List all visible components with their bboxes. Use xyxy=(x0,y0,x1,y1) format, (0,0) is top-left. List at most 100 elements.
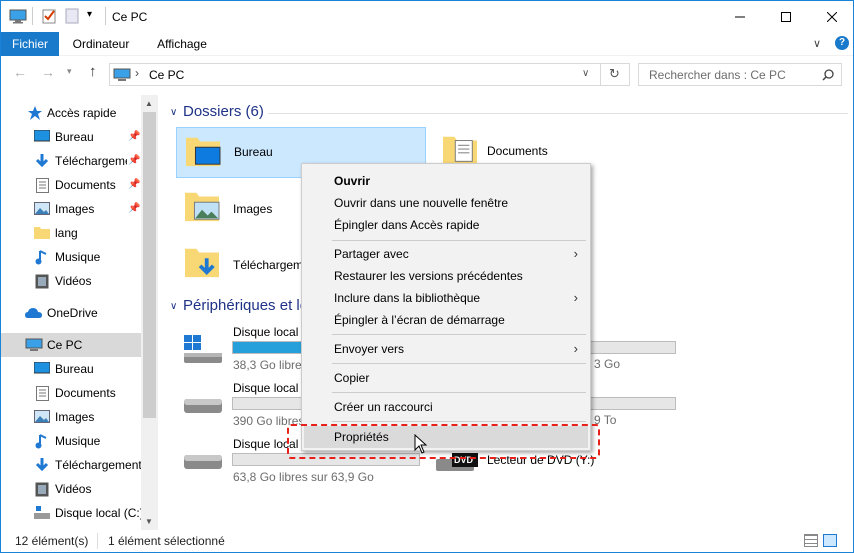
pin-icon[interactable]: 📌 xyxy=(128,125,140,149)
sidebar-item-quick-access[interactable]: Accès rapide xyxy=(1,101,141,125)
collapse-chevron-icon[interactable]: ∨ xyxy=(170,301,177,312)
expand-ribbon-icon[interactable]: ∨ xyxy=(813,37,821,50)
sidebar-item-videos[interactable]: Vidéos xyxy=(1,269,141,293)
address-bar[interactable]: › Ce PC ∨ ↻ xyxy=(109,63,630,86)
back-arrow-icon[interactable]: ← xyxy=(13,64,27,80)
maximize-icon xyxy=(781,11,791,22)
drive-free-space-right: 3 Go xyxy=(594,357,621,371)
tab-affichage[interactable]: Affichage xyxy=(147,32,217,56)
chevron-right-icon: › xyxy=(573,290,578,305)
details-view-icon[interactable] xyxy=(804,534,818,547)
new-folder-quick-icon[interactable] xyxy=(65,8,79,24)
menu-item-include-library[interactable]: Inclure dans la bibliothèque › xyxy=(304,287,588,309)
folder-icon xyxy=(34,227,50,239)
search-placeholder: Rechercher dans : Ce PC xyxy=(649,68,786,82)
pin-icon[interactable]: 📌 xyxy=(128,149,140,173)
sidebar-item-pc-bureau[interactable]: Bureau xyxy=(1,357,141,381)
large-icons-view-icon[interactable] xyxy=(823,534,837,547)
drive-icon xyxy=(184,399,222,413)
folder-label: Bureau xyxy=(234,145,273,159)
menu-item-copy[interactable]: Copier xyxy=(304,367,588,389)
navigation-pane: Accès rapide Bureau 📌 Téléchargements 📌 … xyxy=(1,95,158,530)
pin-icon[interactable]: 📌 xyxy=(128,173,140,197)
downloads-folder-icon xyxy=(185,248,219,278)
customize-toolbar-icon[interactable]: ▾ xyxy=(87,9,92,20)
sidebar-item-disque-c[interactable]: Disque local (C:) xyxy=(1,501,141,525)
menu-item-send-to[interactable]: Envoyer vers › xyxy=(304,338,588,360)
drive-label: Disque local xyxy=(233,381,299,395)
menu-item-label: Copier xyxy=(334,371,370,385)
menu-separator xyxy=(332,240,586,241)
item-count: 12 élément(s) xyxy=(15,534,89,548)
recent-locations-icon[interactable]: ▾ xyxy=(67,66,72,77)
sidebar-item-label: Images xyxy=(55,410,95,424)
sidebar-item-bureau[interactable]: Bureau 📌 xyxy=(1,125,141,149)
pin-icon[interactable]: 📌 xyxy=(128,197,140,221)
desktop-folder-icon xyxy=(186,137,221,167)
up-arrow-icon[interactable]: ↑ xyxy=(89,63,97,80)
folder-label: Images xyxy=(233,202,273,216)
search-box[interactable]: Rechercher dans : Ce PC xyxy=(638,63,842,86)
search-icon[interactable] xyxy=(822,69,834,81)
breadcrumb[interactable]: Ce PC xyxy=(149,68,184,82)
refresh-icon[interactable]: ↻ xyxy=(609,66,620,82)
menu-item-create-shortcut[interactable]: Créer un raccourci xyxy=(304,396,588,418)
close-button[interactable] xyxy=(809,1,853,32)
menu-item-restore-versions[interactable]: Restaurer les versions précédentes xyxy=(304,265,588,287)
sidebar-item-pc-musique[interactable]: Musique xyxy=(1,429,141,453)
sidebar-item-documents[interactable]: Documents 📌 xyxy=(1,173,141,197)
menu-separator xyxy=(332,363,586,364)
help-icon[interactable]: ? xyxy=(835,36,849,50)
scroll-down-icon[interactable]: ▼ xyxy=(145,517,153,526)
image-icon xyxy=(34,202,50,215)
menu-item-share-with[interactable]: Partager avec › xyxy=(304,243,588,265)
sidebar-item-lang[interactable]: lang xyxy=(1,221,141,245)
window-title: Ce PC xyxy=(112,10,148,24)
menu-item-pin-start[interactable]: Épingler à l’écran de démarrage xyxy=(304,309,588,331)
minimize-button[interactable] xyxy=(717,1,763,32)
tab-ordinateur[interactable]: Ordinateur xyxy=(63,32,139,56)
menu-item-label: Ouvrir xyxy=(334,174,371,188)
sidebar-item-onedrive[interactable]: OneDrive xyxy=(1,301,141,325)
forward-arrow-icon[interactable]: → xyxy=(41,64,55,80)
documents-folder-icon xyxy=(443,136,477,166)
sidebar-item-pc-videos[interactable]: Vidéos xyxy=(1,477,141,501)
chevron-right-icon: › xyxy=(573,341,578,356)
address-dropdown-icon[interactable]: ∨ xyxy=(582,68,589,79)
group-header-folders[interactable]: Dossiers (6) xyxy=(183,103,264,120)
sidebar-item-pc-images[interactable]: Images xyxy=(1,405,141,429)
sidebar-item-pc-documents[interactable]: Documents xyxy=(1,381,141,405)
properties-quick-icon[interactable] xyxy=(41,8,57,24)
sidebar-item-pc-telechargements[interactable]: Téléchargements xyxy=(1,453,141,477)
menu-item-open[interactable]: Ouvrir xyxy=(304,170,588,192)
menu-item-label: Épingler dans Accès rapide xyxy=(334,218,480,232)
sidebar-item-telechargements[interactable]: Téléchargements 📌 xyxy=(1,149,141,173)
breadcrumb-chevron-icon[interactable]: › xyxy=(135,66,139,80)
sidebar-item-label: Téléchargements xyxy=(55,154,127,168)
sidebar-item-ce-pc[interactable]: Ce PC xyxy=(1,333,141,357)
ribbon: Fichier Ordinateur Affichage ∨ ? xyxy=(1,32,853,56)
menu-item-pin-quick-access[interactable]: Épingler dans Accès rapide xyxy=(304,214,588,236)
address-divider xyxy=(600,64,601,85)
computer-icon xyxy=(9,9,27,24)
collapse-chevron-icon[interactable]: ∨ xyxy=(170,107,177,118)
status-divider xyxy=(97,533,98,549)
sidebar-item-musique[interactable]: Musique xyxy=(1,245,141,269)
desktop-icon xyxy=(34,130,50,142)
explorer-window: ▾ Ce PC Fichier Ordinateur Affichage ∨ ?… xyxy=(0,0,854,553)
computer-icon xyxy=(25,338,43,351)
scroll-up-icon[interactable]: ▲ xyxy=(145,99,153,108)
sidebar-scrollbar[interactable]: ▲ ▼ xyxy=(141,95,158,530)
sidebar-item-images[interactable]: Images 📌 xyxy=(1,197,141,221)
star-icon xyxy=(28,106,42,120)
context-menu: Ouvrir Ouvrir dans une nouvelle fenêtre … xyxy=(301,163,591,451)
sidebar-item-label: Bureau xyxy=(55,130,94,144)
scrollbar-thumb[interactable] xyxy=(143,112,156,418)
minimize-icon xyxy=(735,16,745,17)
tab-fichier[interactable]: Fichier xyxy=(1,32,59,56)
group-divider xyxy=(268,113,848,114)
menu-item-open-new-window[interactable]: Ouvrir dans une nouvelle fenêtre xyxy=(304,192,588,214)
mouse-cursor-icon xyxy=(414,434,428,454)
maximize-button[interactable] xyxy=(763,1,809,32)
drive-icon xyxy=(184,455,222,469)
